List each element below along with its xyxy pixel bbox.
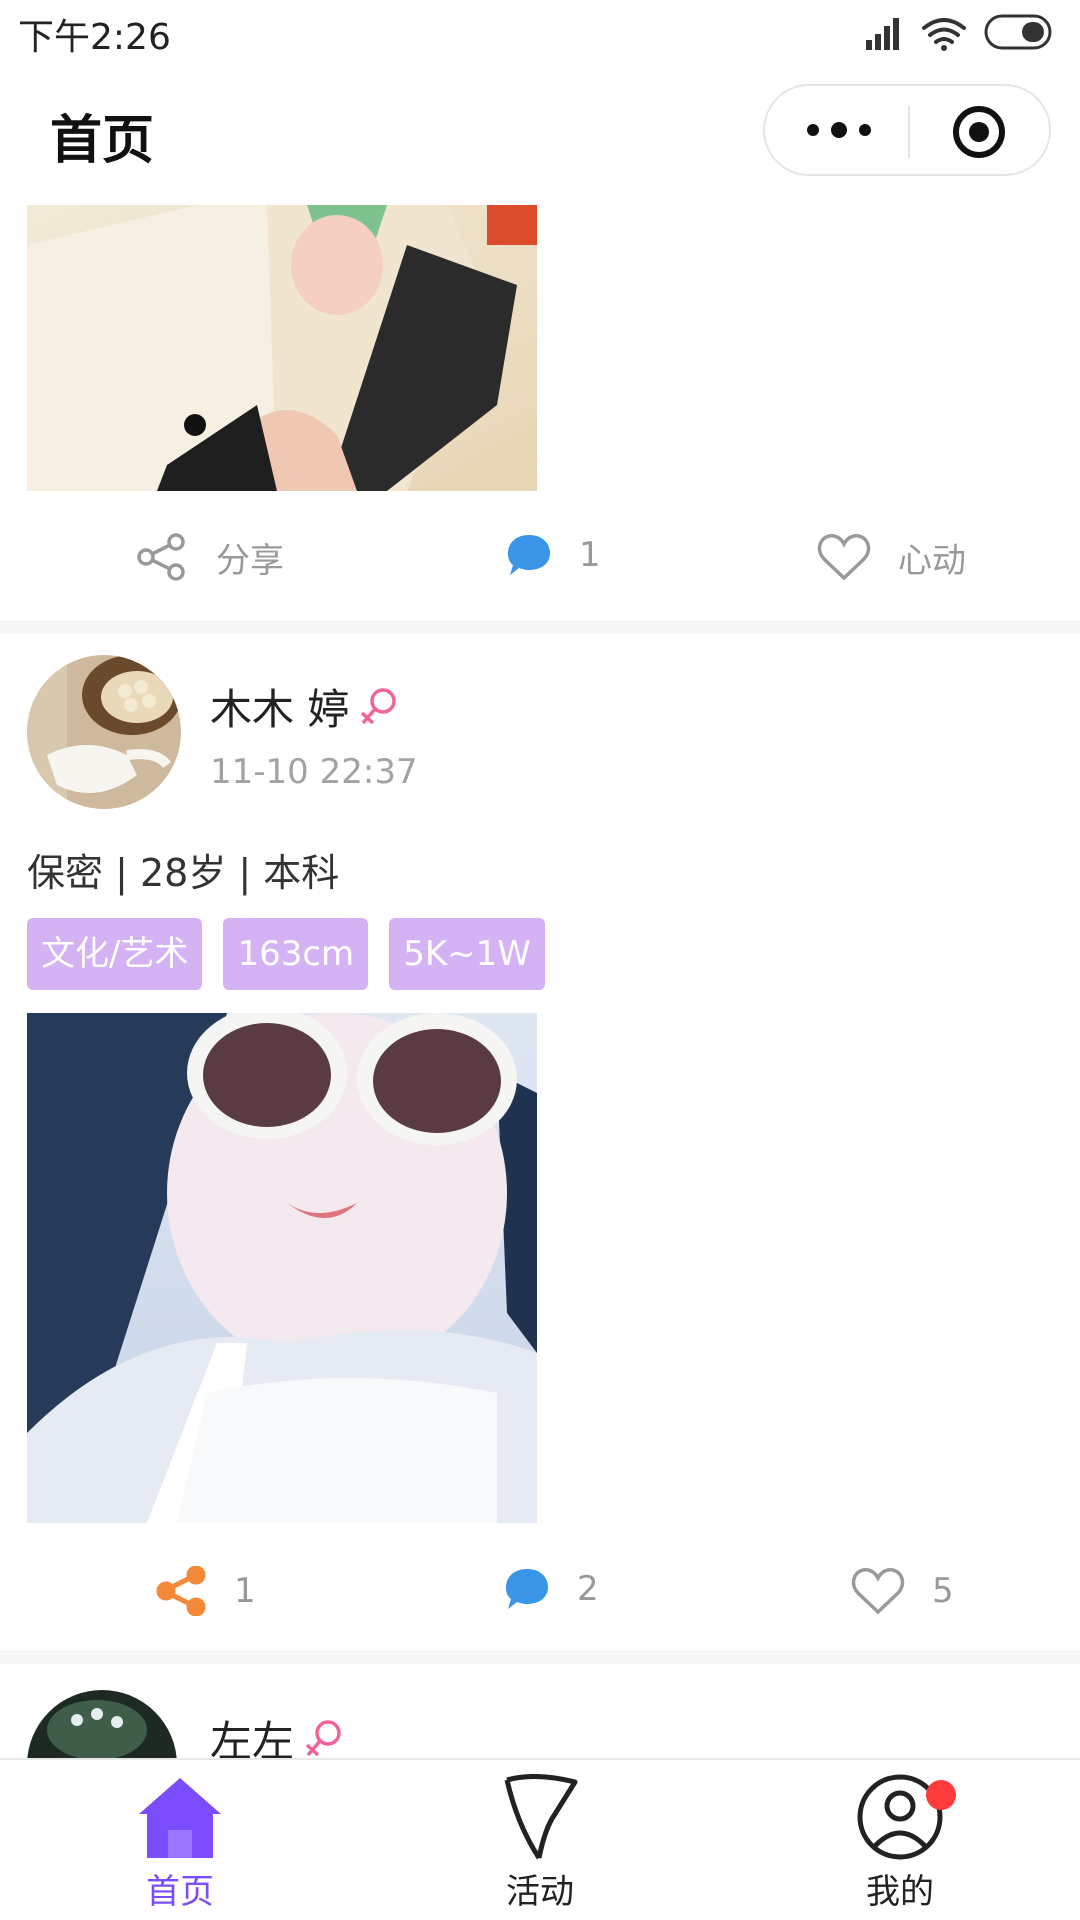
share-count: 1 <box>234 1571 256 1611</box>
comment-count: 2 <box>577 1569 599 1609</box>
notification-badge <box>926 1780 956 1810</box>
like-button[interactable]: 5 <box>850 1566 954 1616</box>
share-button[interactable]: 1 <box>156 1566 256 1616</box>
share-button[interactable]: 分享 <box>134 532 284 582</box>
more-dots-icon[interactable] <box>803 114 875 146</box>
post-photo[interactable] <box>27 1013 537 1523</box>
post-photo[interactable] <box>27 205 537 491</box>
selfie-illustration <box>27 205 537 491</box>
tag-list: 文化/艺术 163cm 5K~1W <box>27 918 545 990</box>
comment-count: 1 <box>579 535 601 575</box>
comment-icon <box>508 535 550 575</box>
female-icon <box>305 1719 341 1756</box>
tag: 文化/艺术 <box>27 918 203 990</box>
avatar-image <box>27 655 181 809</box>
home-icon <box>139 1778 221 1858</box>
like-count: 5 <box>932 1571 954 1611</box>
page-title: 首页 <box>50 111 155 171</box>
selfie-illustration <box>27 1013 537 1523</box>
user-name[interactable]: 木木 婷 <box>210 676 349 737</box>
comment-button[interactable]: 2 <box>503 1566 599 1612</box>
wifi-icon <box>922 18 966 51</box>
user-name-row: 木木 婷 <box>210 676 399 737</box>
user-info: 保密 | 28岁 | 本科 <box>27 851 340 895</box>
mini-program-capsule <box>763 84 1051 176</box>
share-icon <box>156 1566 206 1616</box>
flag-icon <box>504 1774 578 1860</box>
tab-activity[interactable]: 活动 <box>440 1774 640 1914</box>
tag: 5K~1W <box>389 918 545 990</box>
comment-button[interactable]: 1 <box>505 532 601 578</box>
status-icons <box>866 14 1052 51</box>
share-icon <box>137 533 185 581</box>
avatar[interactable] <box>27 655 181 809</box>
post-divider <box>0 1650 1080 1664</box>
post-time: 11-10 22:37 <box>210 752 418 792</box>
female-icon <box>361 687 397 724</box>
status-time: 下午2:26 <box>18 17 171 58</box>
capsule-divider <box>908 106 910 158</box>
heart-outline-icon <box>817 534 871 581</box>
tab-home[interactable]: 首页 <box>80 1774 280 1914</box>
tab-bar: 首页 活动 我的 <box>0 1758 1080 1920</box>
tag: 163cm <box>223 918 369 990</box>
like-button[interactable]: 心动 <box>816 532 966 582</box>
tab-label: 活动 <box>506 1872 574 1912</box>
target-icon[interactable] <box>951 104 1007 160</box>
like-label: 心动 <box>898 540 966 581</box>
tab-label: 首页 <box>146 1872 214 1912</box>
share-label: 分享 <box>216 540 284 581</box>
post-divider <box>0 620 1080 634</box>
heart-outline-icon <box>851 1568 905 1615</box>
battery-icon <box>984 14 1052 50</box>
comment-icon <box>506 1569 548 1609</box>
tab-mine[interactable]: 我的 <box>800 1774 1000 1914</box>
tab-label: 我的 <box>866 1872 934 1912</box>
signal-icon <box>866 18 899 50</box>
